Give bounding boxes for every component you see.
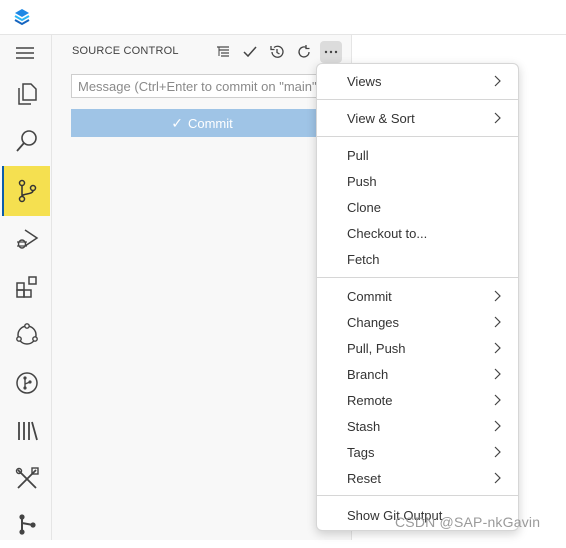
history-button[interactable] (266, 41, 288, 63)
menu-item-commit[interactable]: Commit (317, 283, 518, 309)
commit-button[interactable]: ✓ Commit (71, 109, 333, 137)
history-icon (270, 45, 284, 58)
activity-bar (0, 35, 52, 540)
panel-actions (212, 41, 342, 63)
menu-separator (317, 277, 518, 278)
menu-item-changes[interactable]: Changes (317, 309, 518, 335)
activity-extensions[interactable] (4, 263, 50, 311)
commit-check-button[interactable] (239, 41, 261, 63)
refresh-button[interactable] (293, 41, 315, 63)
menu-separator (317, 136, 518, 137)
git-icon (19, 514, 36, 535)
ellipsis-icon (324, 50, 338, 54)
chevron-right-icon (494, 112, 501, 124)
menu-item-pull[interactable]: Pull (317, 142, 518, 168)
library-icon (18, 421, 38, 441)
app-logo-icon (14, 9, 30, 26)
activity-tools[interactable] (4, 455, 50, 503)
menu-item-clone[interactable]: Clone (317, 194, 518, 220)
menu-item-fetch[interactable]: Fetch (317, 246, 518, 272)
chevron-right-icon (494, 290, 501, 302)
activity-source-control[interactable] (2, 166, 50, 216)
git-graph-icon (16, 372, 38, 394)
tools-icon (15, 467, 39, 489)
activity-explorer[interactable] (4, 69, 50, 117)
chevron-right-icon (494, 368, 501, 380)
menu-separator (317, 99, 518, 100)
menu-item-checkout[interactable]: Checkout to... (317, 220, 518, 246)
menu-item-views[interactable]: Views (317, 68, 518, 94)
activity-search[interactable] (4, 117, 50, 165)
more-actions-button[interactable] (320, 41, 342, 63)
menu-item-push[interactable]: Push (317, 168, 518, 194)
chevron-right-icon (494, 472, 501, 484)
activity-library[interactable] (4, 407, 50, 455)
activity-git[interactable] (4, 500, 50, 548)
chevron-right-icon (494, 316, 501, 328)
chevron-right-icon (494, 75, 501, 87)
source-control-panel: SOURCE CONTROL Message (Ctrl+Enter to co… (52, 35, 352, 540)
menu-item-stash[interactable]: Stash (317, 413, 518, 439)
check-icon (243, 46, 257, 58)
menu-separator (317, 495, 518, 496)
watermark: CSDN @SAP-nkGavin (395, 514, 541, 530)
remote-icon (16, 323, 38, 345)
activity-run-debug[interactable] (4, 215, 50, 263)
check-icon: ✓ (171, 114, 183, 131)
tree-view-icon (217, 46, 229, 57)
refresh-icon (298, 45, 310, 58)
menu-item-pull-push[interactable]: Pull, Push (317, 335, 518, 361)
more-actions-menu: Views View & Sort Pull Push Clone Checko… (316, 63, 519, 531)
menu-item-reset[interactable]: Reset (317, 465, 518, 491)
chevron-right-icon (494, 420, 501, 432)
menu-item-remote[interactable]: Remote (317, 387, 518, 413)
view-as-tree-button[interactable] (212, 41, 234, 63)
source-control-icon (18, 179, 37, 203)
explorer-icon (18, 83, 37, 105)
chevron-right-icon (494, 394, 501, 406)
menu-item-branch[interactable]: Branch (317, 361, 518, 387)
panel-title: SOURCE CONTROL (72, 45, 179, 57)
commit-message-input[interactable] (71, 74, 333, 98)
activity-git-graph[interactable] (4, 359, 50, 407)
extensions-icon (16, 276, 37, 298)
menu-item-tags[interactable]: Tags (317, 439, 518, 465)
run-debug-icon (17, 229, 39, 249)
search-icon (16, 130, 37, 152)
title-bar (0, 0, 566, 35)
menu-item-view-sort[interactable]: View & Sort (317, 105, 518, 131)
chevron-right-icon (494, 446, 501, 458)
menu-icon[interactable] (12, 43, 38, 63)
activity-remote[interactable] (4, 311, 50, 359)
chevron-right-icon (494, 342, 501, 354)
commit-button-label: Commit (187, 115, 233, 131)
